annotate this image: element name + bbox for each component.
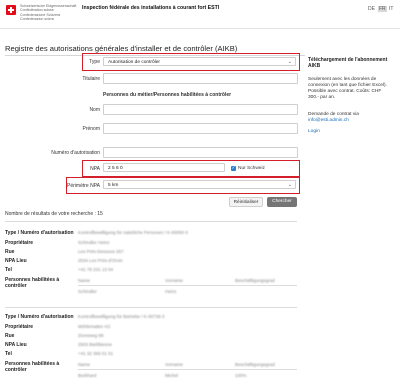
sidebar-email-link[interactable]: info@esti.admin.ch (308, 118, 349, 123)
nom-input[interactable] (103, 104, 298, 115)
perimetre-select-value: 5 km (108, 183, 119, 188)
result-type-label: Type / Numéro d'autorisation (5, 314, 74, 320)
nur-schweiz-label: Nur Schweiz (238, 166, 265, 171)
sidebar-login-link[interactable]: Login (308, 129, 320, 134)
table-head-name: Name (78, 362, 91, 367)
sidebar-title: Téléchargement de l'abonnement AIKB (308, 57, 388, 69)
table-cell-firstname: Heinz (165, 289, 177, 294)
result-npa-label: NPA Lieu (5, 342, 27, 348)
swiss-flag-icon (6, 5, 16, 15)
result-street-value: Les Prés-Dessous 267 (78, 249, 124, 254)
prenom-label: Prénom (82, 126, 100, 132)
agency-title: Inspection fédérale des installations à … (82, 5, 220, 11)
table-cell-rate: 100% (235, 373, 247, 378)
result-owner-label: Propriétaire (5, 324, 34, 330)
lang-it[interactable]: IT (389, 6, 393, 12)
nom-label: Nom (89, 107, 100, 113)
table-cell-name: Schindler (78, 289, 97, 294)
npa-input-value: 2 5 6 0 (108, 166, 123, 171)
table-head-rate: Beschäftigungsgrad (235, 362, 275, 367)
result-owner-value: Schindler Heinz (78, 240, 110, 245)
perimetre-label: Périmètre NPA (67, 183, 100, 189)
result-owner-label: Propriétaire (5, 240, 34, 246)
table-head-firstname: Vorname (165, 362, 184, 367)
table-cell-name: Burkhard (78, 373, 97, 378)
site-header: Schweizerische Eidgenossenschaft Confédé… (0, 0, 400, 29)
table-head-name: Name (78, 278, 91, 283)
persons-section-title: Personnes du métier/Personnes habilitées… (103, 92, 232, 98)
result-street-label: Rue (5, 333, 15, 339)
result-npa-value: 2534 Les Prés-d'Orvin (78, 258, 123, 263)
confederation-text: Schweizerische Eidgenossenschaft Confédé… (20, 4, 77, 21)
result-type-value: Kontrollbewilligung für Betriebe / K-007… (78, 314, 165, 319)
result-owner-value: Möhlematter AG (78, 324, 111, 329)
table-head-firstname: Vorname (165, 278, 184, 283)
table-divider (78, 285, 297, 286)
result-npa-label: NPA Lieu (5, 258, 27, 264)
result-type-label: Type / Numéro d'autorisation (5, 230, 74, 236)
result-tel-value: +41 79 231 13 04 (78, 267, 114, 272)
type-select-value: Autorisation de contrôler (108, 60, 160, 65)
result-count: Nombre de résultats de votre recherche :… (5, 211, 103, 217)
table-divider (78, 369, 297, 370)
search-button[interactable]: Chercher (267, 197, 297, 207)
nur-schweiz-checkbox[interactable] (231, 165, 236, 171)
titulaire-label: Titulaire (82, 76, 100, 82)
table-head-rate: Beschäftigungsgrad (235, 278, 275, 283)
numero-label: Numéro d'autorisation (51, 150, 100, 156)
table-cell-firstname: Michel (165, 373, 179, 378)
result-type-value: Kontrollbewilligung für natürliche Perso… (78, 230, 188, 235)
numero-input[interactable] (103, 147, 298, 158)
result-street-label: Rue (5, 249, 15, 255)
result-street-value: Zionsweg 99 (78, 333, 104, 338)
page-title: Registre des autorisations générales d'i… (5, 44, 238, 53)
result-tel-label: Tel (5, 267, 12, 273)
type-label: Type (89, 59, 100, 65)
result-tel-value: +41 32 365 01 01 (78, 351, 114, 356)
result-npa-value: 2503 Biel/Bienne (78, 342, 113, 347)
results-divider (5, 221, 297, 222)
reset-button[interactable]: Réinitialiser (229, 197, 263, 207)
sidebar-text: Seulement avec les données de connexion … (308, 77, 387, 100)
type-select[interactable]: Autorisation de contrôler ⌄ (103, 57, 296, 66)
npa-input[interactable]: 2 5 6 0 (103, 163, 225, 172)
chevron-down-icon: ⌄ (287, 182, 292, 188)
npa-label: NPA (90, 166, 100, 172)
result-separator (5, 307, 297, 308)
chevron-down-icon: ⌄ (287, 59, 292, 65)
result-persons-label: Personnes habilitées à contrôler (5, 361, 60, 373)
perimetre-select[interactable]: 5 km ⌄ (103, 180, 296, 189)
result-persons-label: Personnes habilitées à contrôler (5, 277, 60, 289)
result-tel-label: Tel (5, 351, 12, 357)
lang-fr[interactable]: FR (378, 6, 387, 12)
titulaire-input[interactable] (103, 73, 298, 84)
prenom-input[interactable] (103, 123, 298, 134)
lang-de[interactable]: DE (368, 6, 375, 12)
